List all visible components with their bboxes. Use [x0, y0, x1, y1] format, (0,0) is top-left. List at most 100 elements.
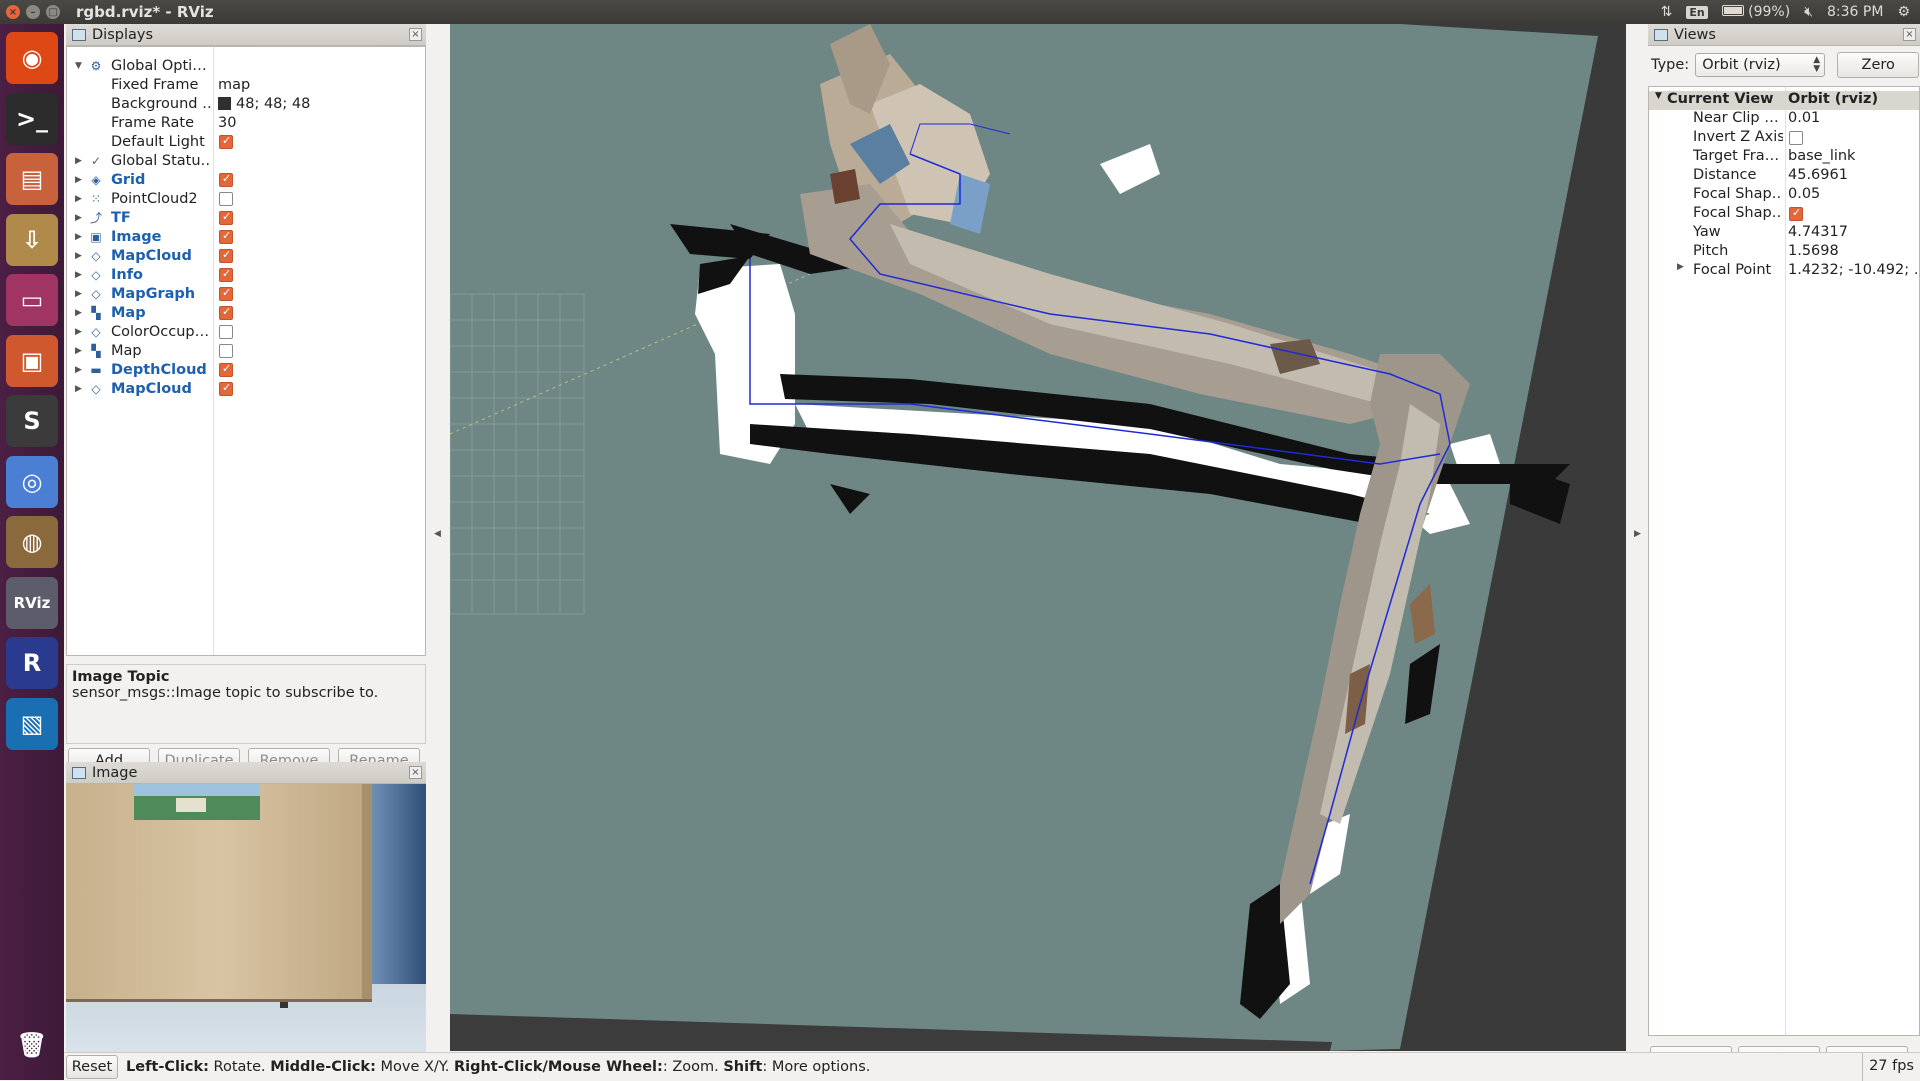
- display-row[interactable]: Background … 48; 48; 48: [67, 94, 425, 113]
- ubuntu-dash-icon[interactable]: ◉: [6, 32, 58, 84]
- view-property-row[interactable]: Near Clip … 0.01: [1649, 110, 1919, 129]
- view-property-row[interactable]: Target Fra… base_link: [1649, 148, 1919, 167]
- expand-arrow-icon[interactable]: ▶: [75, 194, 82, 204]
- terminal-icon[interactable]: >_: [6, 92, 58, 145]
- view-property-checkbox[interactable]: [1789, 206, 1803, 221]
- displays-tree[interactable]: ▼ ⚙ Global Opti… Fixed Frame map Background ……: [66, 46, 426, 656]
- close-icon[interactable]: ×: [409, 766, 422, 779]
- enable-checkbox[interactable]: [219, 229, 233, 244]
- view-property-row[interactable]: Pitch 1.5698: [1649, 243, 1919, 262]
- view-property-value[interactable]: 4.74317: [1788, 224, 1918, 240]
- display-row[interactable]: ▶ ✓ Global Statu…: [67, 151, 425, 170]
- view-property-value[interactable]: 1.5698: [1788, 243, 1918, 259]
- web-app-icon[interactable]: ◍: [6, 516, 58, 568]
- expand-arrow-icon[interactable]: ▶: [75, 365, 82, 375]
- enable-checkbox[interactable]: [219, 286, 233, 301]
- battery-indicator[interactable]: (99%): [1721, 4, 1790, 20]
- expand-arrow-icon[interactable]: ▶: [75, 308, 82, 318]
- right-dock-splitter[interactable]: ▶: [1628, 24, 1648, 1051]
- files-cabinet-icon[interactable]: ▤: [6, 153, 58, 205]
- expand-arrow-icon[interactable]: ▶: [1677, 262, 1684, 272]
- view-property-value[interactable]: 1.4232; -10.492; …: [1788, 262, 1918, 278]
- enable-checkbox[interactable]: [219, 324, 233, 339]
- close-icon[interactable]: ×: [409, 28, 422, 41]
- archive-install-icon[interactable]: ⇩: [6, 213, 58, 266]
- display-row[interactable]: ▶ ◇ MapGraph: [67, 284, 425, 303]
- expand-arrow-icon[interactable]: ▶: [75, 213, 82, 223]
- 3d-render-viewport[interactable]: [450, 24, 1626, 1051]
- close-icon[interactable]: ×: [1903, 28, 1916, 41]
- view-property-row[interactable]: Focal Shap…: [1649, 205, 1919, 224]
- expand-arrow-icon[interactable]: ▶: [75, 270, 82, 280]
- clock[interactable]: 8:36 PM: [1827, 4, 1883, 20]
- enable-checkbox[interactable]: [219, 172, 233, 187]
- zero-button[interactable]: Zero: [1837, 52, 1920, 78]
- view-property-value[interactable]: 45.6961: [1788, 167, 1918, 183]
- view-property-value[interactable]: 0.05: [1788, 186, 1918, 202]
- enable-checkbox[interactable]: [219, 210, 233, 225]
- window-minimize-button[interactable]: –: [26, 5, 40, 19]
- view-property-row[interactable]: Distance 45.6961: [1649, 167, 1919, 186]
- display-row[interactable]: ▶ ◇ ColorOccup…: [67, 322, 425, 341]
- volume-muted-icon[interactable]: 🔇︎: [1804, 4, 1813, 20]
- display-row[interactable]: ▶ ◇ Info: [67, 265, 425, 284]
- display-row[interactable]: Fixed Frame map: [67, 75, 425, 94]
- enable-checkbox[interactable]: [219, 248, 233, 263]
- reset-button[interactable]: Reset: [66, 1054, 118, 1079]
- view-property-value[interactable]: 0.01: [1788, 110, 1918, 126]
- collapse-right-icon[interactable]: ▶: [1634, 529, 1641, 539]
- view-property-row[interactable]: Invert Z Axis: [1649, 129, 1919, 148]
- enable-checkbox[interactable]: [219, 191, 233, 206]
- display-row[interactable]: ▶ ◇ MapCloud: [67, 246, 425, 265]
- expand-arrow-icon[interactable]: ▶: [75, 251, 82, 261]
- display-row-value[interactable]: map: [218, 77, 250, 93]
- network-arrows-icon[interactable]: ⇅: [1661, 4, 1673, 20]
- enable-checkbox[interactable]: [219, 267, 233, 282]
- current-view-row[interactable]: ▼ Current View Orbit (rviz): [1649, 91, 1919, 110]
- display-row[interactable]: ▶ ⁙ PointCloud2: [67, 189, 425, 208]
- view-property-row[interactable]: Focal Shap… 0.05: [1649, 186, 1919, 205]
- collapse-left-icon[interactable]: ◀: [434, 529, 441, 539]
- left-dock-splitter[interactable]: ◀: [428, 24, 448, 1051]
- enable-checkbox[interactable]: [219, 305, 233, 320]
- window-app-icon[interactable]: ▭: [6, 274, 58, 326]
- trash-icon[interactable]: 🗑: [6, 1019, 58, 1071]
- display-row[interactable]: ▼ ⚙ Global Opti…: [67, 56, 425, 75]
- display-row[interactable]: ▶ ⤴ TF: [67, 208, 425, 227]
- collapse-arrow-icon[interactable]: ▼: [75, 61, 82, 71]
- display-row[interactable]: ▶ ▬ DepthCloud: [67, 360, 425, 379]
- view-property-row[interactable]: Yaw 4.74317: [1649, 224, 1919, 243]
- enable-checkbox[interactable]: [219, 343, 233, 358]
- expand-arrow-icon[interactable]: ▶: [75, 175, 82, 185]
- display-row[interactable]: Default Light: [67, 132, 425, 151]
- enable-checkbox[interactable]: [219, 381, 233, 396]
- expand-arrow-icon[interactable]: ▶: [75, 346, 82, 356]
- display-row[interactable]: ▶ ▚ Map: [67, 341, 425, 360]
- view-type-select[interactable]: Orbit (rviz) ▲ ▼: [1695, 53, 1826, 77]
- enable-checkbox[interactable]: [219, 134, 233, 149]
- expand-arrow-icon[interactable]: ▶: [75, 156, 82, 166]
- color-swatch[interactable]: [218, 96, 231, 110]
- keyboard-language-indicator[interactable]: En: [1686, 5, 1708, 19]
- window-maximize-button[interactable]: □: [46, 5, 60, 19]
- display-row[interactable]: ▶ ▚ Map: [67, 303, 425, 322]
- display-row-value[interactable]: 48; 48; 48: [218, 96, 310, 112]
- expand-arrow-icon[interactable]: ▶: [75, 232, 82, 242]
- image-viewer-icon[interactable]: ▧: [6, 697, 58, 750]
- sublime-text-icon[interactable]: S: [6, 395, 58, 447]
- view-property-row[interactable]: ▶ Focal Point 1.4232; -10.492; …: [1649, 262, 1919, 281]
- display-row[interactable]: ▶ ◇ MapCloud: [67, 379, 425, 398]
- settings-gear-icon[interactable]: ⚙: [1897, 4, 1910, 20]
- r-app-icon[interactable]: R: [6, 637, 58, 689]
- view-property-checkbox[interactable]: [1789, 131, 1803, 145]
- views-property-tree[interactable]: ▼ Current View Orbit (rviz) Near Clip … 0.01…: [1648, 86, 1920, 1036]
- view-property-value[interactable]: base_link: [1788, 148, 1918, 164]
- display-row[interactable]: ▶ ▣ Image: [67, 227, 425, 246]
- expand-arrow-icon[interactable]: ▶: [75, 289, 82, 299]
- expand-arrow-icon[interactable]: ▶: [75, 384, 82, 394]
- rviz-icon[interactable]: RViz: [6, 576, 58, 629]
- chrome-icon[interactable]: ◎: [6, 455, 58, 508]
- window-close-button[interactable]: ×: [6, 5, 20, 19]
- expand-arrow-icon[interactable]: ▶: [75, 327, 82, 337]
- display-row[interactable]: Frame Rate 30: [67, 113, 425, 132]
